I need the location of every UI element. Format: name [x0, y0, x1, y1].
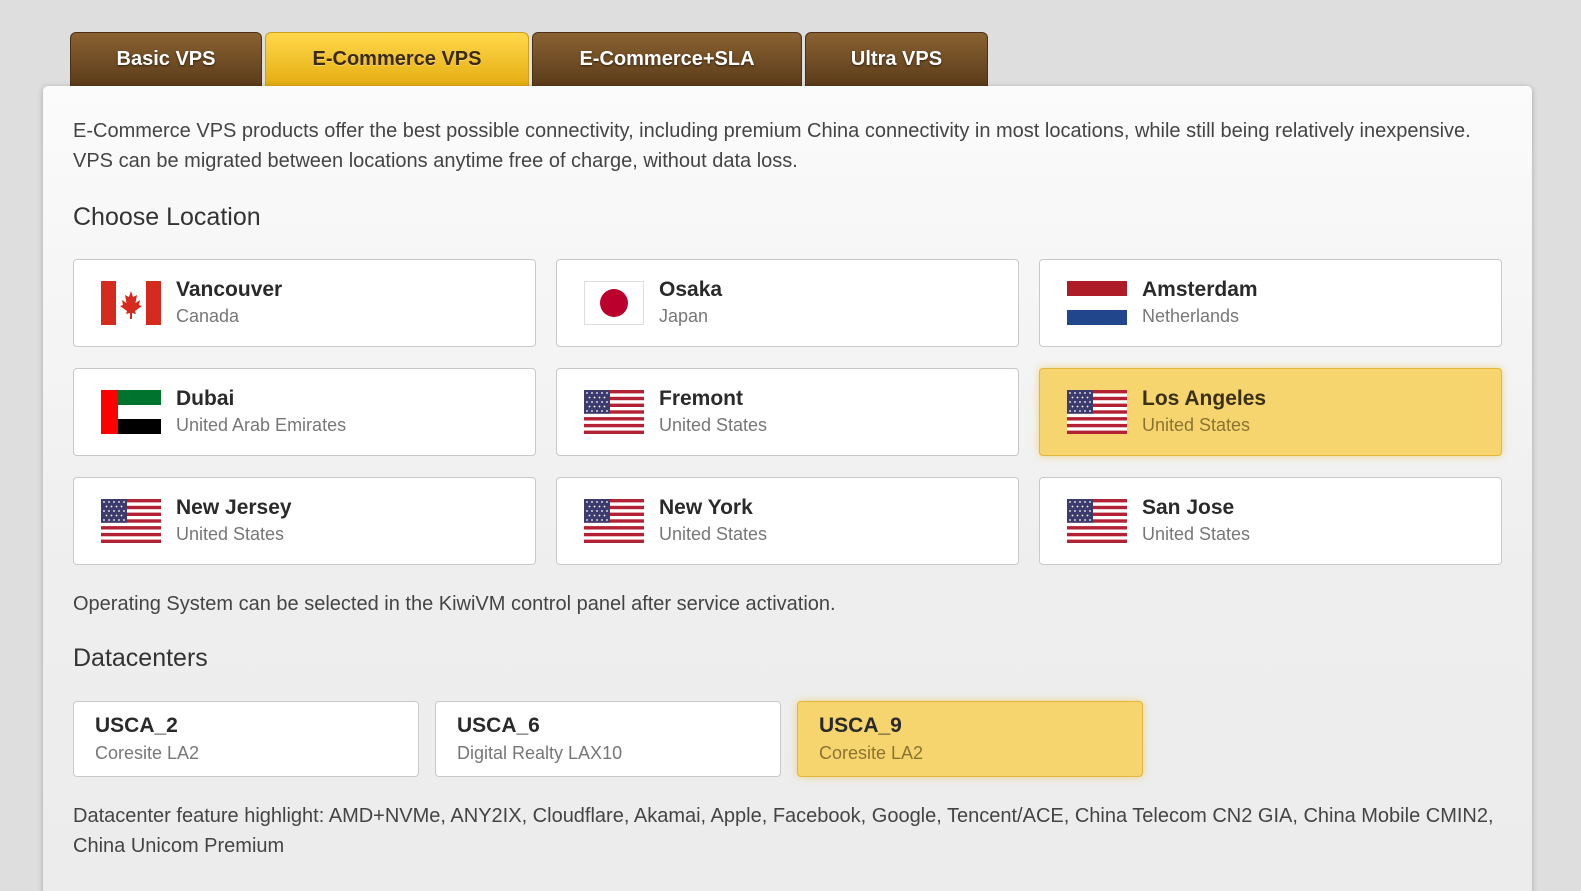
location-city: Fremont: [659, 387, 743, 410]
location-country: United States: [659, 415, 768, 435]
location-city: Dubai: [176, 387, 235, 410]
datacenter-card-usca-9[interactable]: USCA_9 Coresite LA2: [797, 701, 1143, 777]
datacenter-name: USCA_6: [457, 714, 540, 737]
tab-ecommerce-vps[interactable]: E-Commerce VPS: [265, 32, 529, 86]
product-panel: E-Commerce VPS products offer the best p…: [43, 86, 1532, 891]
location-card-dubai[interactable]: Dubai United Arab Emirates: [73, 368, 536, 456]
uae-flag-icon: [101, 390, 161, 434]
datacenter-name: USCA_2: [95, 714, 178, 737]
location-city: Los Angeles: [1142, 387, 1267, 410]
datacenter-card-usca-6[interactable]: USCA_6 Digital Realty LAX10: [435, 701, 781, 777]
location-country: Japan: [659, 306, 709, 326]
datacenter-facility: Coresite LA2: [819, 743, 924, 763]
usa-flag-icon: [584, 499, 644, 543]
datacenter-feature-highlight: Datacenter feature highlight: AMD+NVMe, …: [73, 805, 1494, 857]
location-grid: Vancouver Canada Osaka Japan Amsterdam N…: [73, 259, 1502, 565]
location-country: United States: [1142, 415, 1251, 435]
location-card-san-jose[interactable]: San Jose United States: [1039, 477, 1502, 565]
datacenter-name: USCA_9: [819, 714, 902, 737]
tab-basic-vps[interactable]: Basic VPS: [70, 32, 262, 86]
location-city: New Jersey: [176, 496, 292, 519]
usa-flag-icon: [101, 499, 161, 543]
japan-flag-icon: [584, 281, 644, 325]
location-country: United States: [1142, 524, 1251, 544]
netherlands-flag-icon: [1067, 281, 1127, 325]
location-card-fremont[interactable]: Fremont United States: [556, 368, 1019, 456]
datacenter-card-usca-2[interactable]: USCA_2 Coresite LA2: [73, 701, 419, 777]
location-card-amsterdam[interactable]: Amsterdam Netherlands: [1039, 259, 1502, 347]
datacenter-facility: Coresite LA2: [95, 743, 200, 763]
tab-ultra-vps[interactable]: Ultra VPS: [805, 32, 988, 86]
location-card-los-angeles[interactable]: Los Angeles United States: [1039, 368, 1502, 456]
product-tabs: Basic VPS E-Commerce VPS E-Commerce+SLA …: [70, 32, 988, 86]
location-country: Canada: [176, 306, 240, 326]
usa-flag-icon: [584, 390, 644, 434]
location-city: Amsterdam: [1142, 278, 1258, 301]
datacenters-heading: Datacenters: [73, 644, 208, 672]
location-card-new-york[interactable]: New York United States: [556, 477, 1019, 565]
location-country: United States: [659, 524, 768, 544]
usa-flag-icon: [1067, 390, 1127, 434]
location-country: Netherlands: [1142, 306, 1240, 326]
location-city: New York: [659, 496, 753, 519]
location-city: Vancouver: [176, 278, 283, 301]
datacenter-facility: Digital Realty LAX10: [457, 743, 623, 763]
location-country: United Arab Emirates: [176, 415, 347, 435]
canada-flag-icon: [101, 281, 161, 325]
location-city: San Jose: [1142, 496, 1235, 519]
location-card-vancouver[interactable]: Vancouver Canada: [73, 259, 536, 347]
usa-flag-icon: [1067, 499, 1127, 543]
choose-location-heading: Choose Location: [73, 203, 261, 231]
location-card-osaka[interactable]: Osaka Japan: [556, 259, 1019, 347]
location-card-new-jersey[interactable]: New Jersey United States: [73, 477, 536, 565]
location-country: United States: [176, 524, 285, 544]
os-note: Operating System can be selected in the …: [73, 593, 836, 615]
product-description: E-Commerce VPS products offer the best p…: [73, 120, 1471, 172]
location-city: Osaka: [659, 278, 723, 301]
tab-ecommerce-sla[interactable]: E-Commerce+SLA: [532, 32, 802, 86]
datacenter-list: USCA_2 Coresite LA2 USCA_6 Digital Realt…: [73, 701, 1502, 777]
